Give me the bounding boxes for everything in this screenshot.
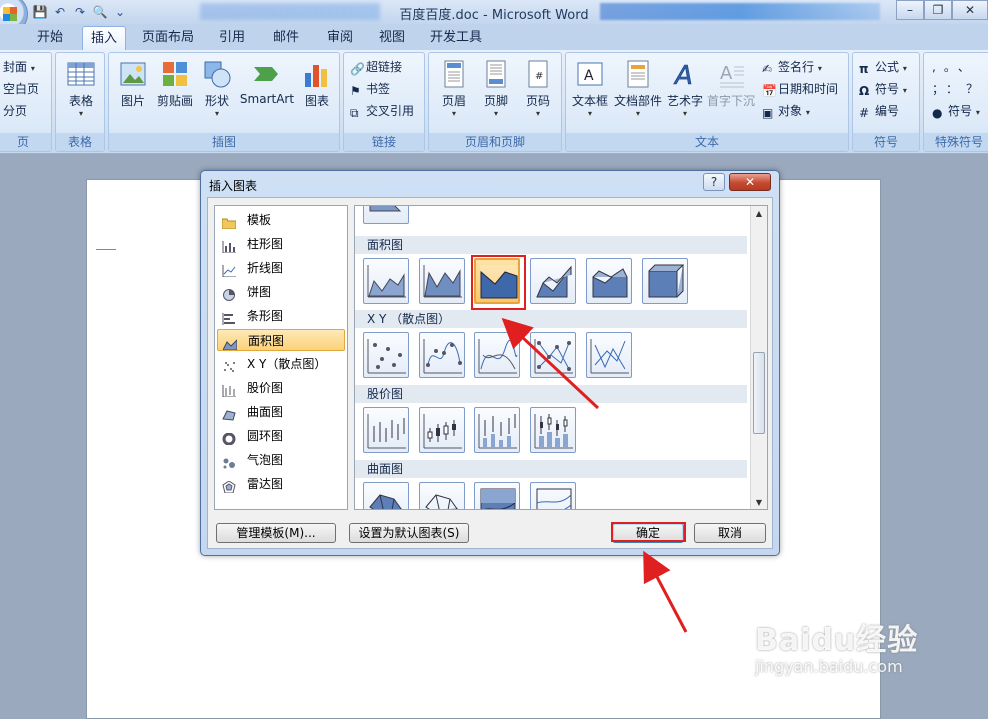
- arrow-to-ok: [643, 550, 688, 633]
- arrow-to-thumbnail: [501, 317, 600, 410]
- annotation-arrows: [501, 317, 688, 633]
- watermark-sub: jingyan.baidu.com: [755, 657, 903, 676]
- watermark: Baidu经验 jingyan.baidu.com: [755, 615, 918, 676]
- watermark-main: Baidu经验: [755, 623, 919, 658]
